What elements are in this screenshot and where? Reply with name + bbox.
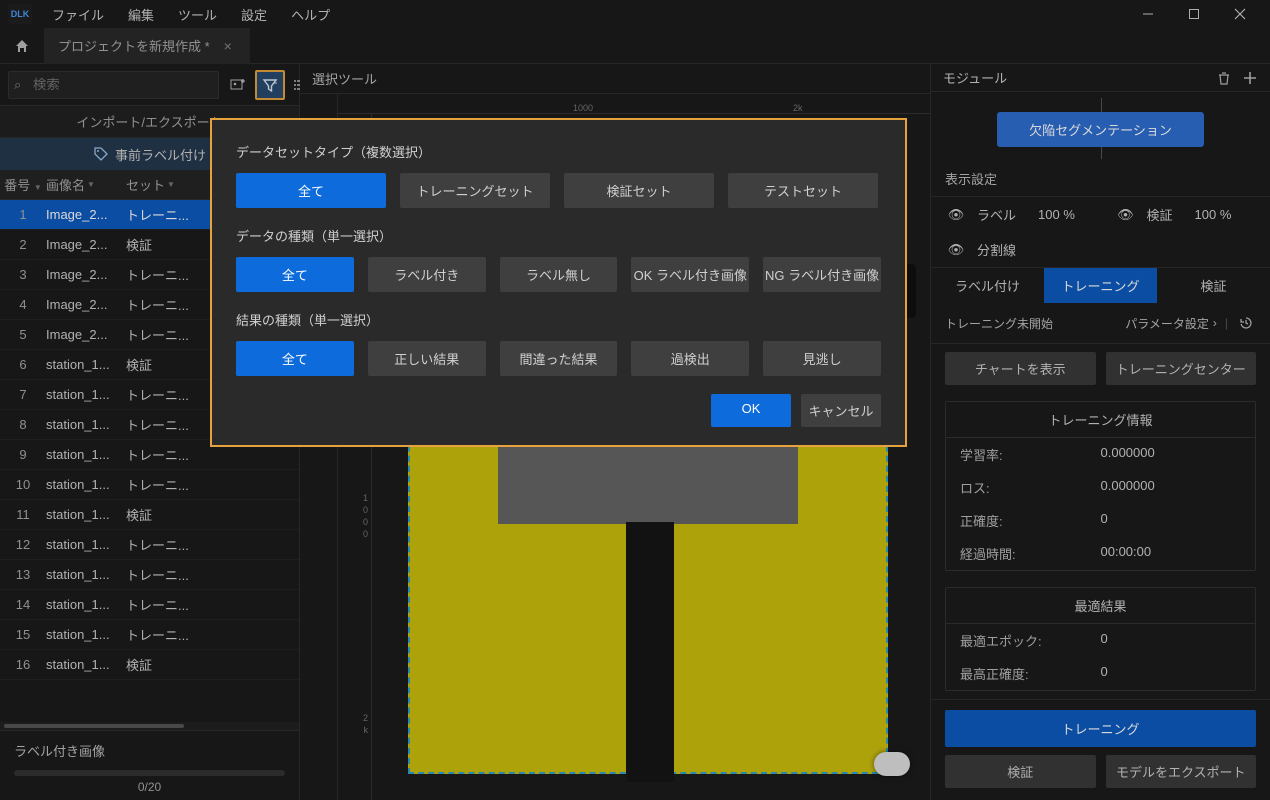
filter-miss[interactable]: 見逃し: [763, 341, 881, 376]
filter-labeled[interactable]: ラベル付き: [368, 257, 486, 292]
filter-validation-set[interactable]: 検証セット: [564, 173, 714, 208]
filter-all-data[interactable]: 全て: [236, 257, 354, 292]
filter-all-results[interactable]: 全て: [236, 341, 354, 376]
filter-ng-labeled[interactable]: NG ラベル付き画像: [763, 257, 881, 292]
filter-unlabeled[interactable]: ラベル無し: [500, 257, 618, 292]
filter-ok-labeled[interactable]: OK ラベル付き画像: [631, 257, 749, 292]
filter-training-set[interactable]: トレーニングセット: [400, 173, 550, 208]
modal-overlay: データセットタイプ（複数選択） 全て トレーニングセット 検証セット テストセッ…: [0, 0, 1270, 800]
filter-wrong[interactable]: 間違った結果: [500, 341, 618, 376]
filter-overdetect[interactable]: 過検出: [631, 341, 749, 376]
result-kind-label: 結果の種類（単一選択）: [236, 310, 881, 329]
modal-ok-button[interactable]: OK: [711, 394, 791, 427]
filter-modal: データセットタイプ（複数選択） 全て トレーニングセット 検証セット テストセッ…: [210, 118, 907, 447]
filter-all-datasets[interactable]: 全て: [236, 173, 386, 208]
modal-cancel-button[interactable]: キャンセル: [801, 394, 881, 427]
filter-correct[interactable]: 正しい結果: [368, 341, 486, 376]
filter-test-set[interactable]: テストセット: [728, 173, 878, 208]
dataset-type-label: データセットタイプ（複数選択）: [236, 142, 881, 161]
data-kind-label: データの種類（単一選択）: [236, 226, 881, 245]
